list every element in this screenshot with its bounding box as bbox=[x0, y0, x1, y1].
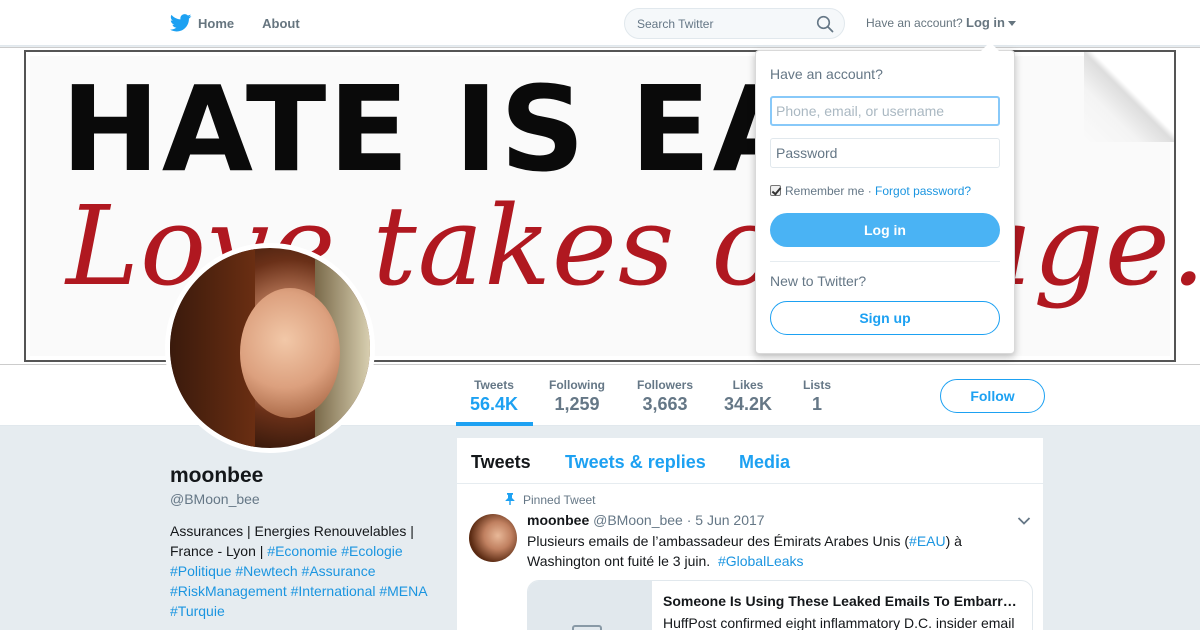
dropdown-divider bbox=[770, 261, 1000, 262]
card-thumbnail bbox=[528, 581, 652, 630]
pinned-tweet-label: Pinned Tweet bbox=[505, 493, 596, 507]
search-placeholder: Search Twitter bbox=[637, 17, 714, 31]
bio-hashtag[interactable]: #Assurance bbox=[302, 563, 376, 579]
tweet-header: moonbee @BMoon_bee · 5 Jun 2017 bbox=[527, 512, 765, 528]
stat-value: 56.4K bbox=[470, 394, 519, 414]
stat-value: 1 bbox=[811, 394, 822, 414]
tweet-date[interactable]: 5 Jun 2017 bbox=[695, 512, 764, 528]
tweet-text: Plusieurs emails de l’ambassadeur des Ém… bbox=[527, 531, 1027, 571]
tweet-text-part: Plusieurs emails de l’ambassadeur des Ém… bbox=[527, 533, 910, 549]
remember-checkbox[interactable] bbox=[770, 185, 781, 196]
remember-label[interactable]: Remember me bbox=[785, 184, 864, 198]
stat-likes[interactable]: Likes 34.2K bbox=[722, 378, 774, 415]
tweet-author-name[interactable]: moonbee bbox=[527, 512, 589, 528]
tab-tweets[interactable]: Tweets bbox=[471, 452, 531, 473]
chevron-down-icon[interactable] bbox=[1017, 516, 1031, 526]
login-dropdown: Have an account? Phone, email, or userna… bbox=[755, 42, 1015, 354]
bio-hashtag[interactable]: #MENA bbox=[379, 583, 426, 599]
stat-label: Following bbox=[549, 378, 605, 392]
signup-button[interactable]: Sign up bbox=[770, 301, 1000, 335]
nav-about-link[interactable]: About bbox=[262, 16, 300, 31]
caret-down-icon bbox=[1008, 21, 1016, 27]
password-placeholder: Password bbox=[776, 145, 838, 161]
tweet-dot: · bbox=[686, 512, 692, 528]
link-card[interactable]: Someone Is Using These Leaked Emails To … bbox=[527, 580, 1033, 630]
stat-value: 34.2K bbox=[723, 394, 773, 414]
stat-value: 3,663 bbox=[642, 394, 688, 414]
follow-button[interactable]: Follow bbox=[940, 379, 1045, 413]
card-title: Someone Is Using These Leaked Emails To … bbox=[663, 593, 1023, 609]
stat-value: 1,259 bbox=[554, 394, 600, 414]
username-placeholder: Phone, email, or username bbox=[776, 103, 945, 119]
remember-row: Remember me · Forgot password? bbox=[770, 184, 971, 198]
timeline: Tweets Tweets & replies Media Pinned Twe… bbox=[456, 437, 1044, 630]
search-icon[interactable] bbox=[816, 15, 834, 33]
new-to-twitter-label: New to Twitter? bbox=[770, 273, 867, 289]
stat-tweets[interactable]: Tweets 56.4K bbox=[470, 378, 518, 415]
twitter-bird-icon[interactable] bbox=[170, 14, 192, 32]
dropdown-title: Have an account? bbox=[770, 66, 883, 82]
stat-label: Followers bbox=[636, 378, 693, 392]
profile-handle[interactable]: @BMoon_bee bbox=[170, 491, 260, 507]
tweet-hashtag[interactable]: #EAU bbox=[909, 533, 946, 549]
login-menu-toggle[interactable]: Log in bbox=[966, 15, 1016, 30]
remember-separator: · bbox=[867, 184, 872, 198]
search-input[interactable]: Search Twitter bbox=[624, 8, 845, 39]
forgot-password-link[interactable]: Forgot password? bbox=[875, 184, 971, 198]
avatar-face bbox=[240, 288, 340, 418]
login-menu-label: Log in bbox=[966, 15, 1005, 30]
tweet-hashtag[interactable]: #GlobalLeaks bbox=[718, 553, 804, 569]
stat-lists[interactable]: Lists 1 bbox=[800, 378, 834, 415]
card-description: HuffPost confirmed eight inflammatory D.… bbox=[663, 615, 1015, 630]
password-field[interactable]: Password bbox=[770, 138, 1000, 168]
profile-bio: Assurances | Energies Renouvelables | Fr… bbox=[170, 521, 445, 621]
bio-hashtag[interactable]: #Politique bbox=[170, 563, 232, 579]
profile-name[interactable]: moonbee bbox=[170, 464, 263, 488]
bio-hashtag[interactable]: #Economie bbox=[267, 543, 337, 559]
bio-hashtag[interactable]: #RiskManagement bbox=[170, 583, 287, 599]
dropdown-arrow bbox=[981, 42, 999, 51]
stat-label: Likes bbox=[732, 378, 764, 392]
pin-icon bbox=[505, 493, 515, 505]
active-stat-underline bbox=[456, 422, 533, 426]
tab-tweets-replies[interactable]: Tweets & replies bbox=[565, 452, 706, 473]
top-nav: Home About Search Twitter Have an accoun… bbox=[0, 0, 1200, 46]
stat-following[interactable]: Following 1,259 bbox=[546, 378, 608, 415]
stat-label: Tweets bbox=[474, 378, 514, 392]
bio-hashtag[interactable]: #International bbox=[291, 583, 376, 599]
document-icon bbox=[572, 625, 602, 630]
stat-label: Lists bbox=[802, 378, 831, 392]
profile-avatar[interactable] bbox=[165, 243, 375, 453]
tab-media[interactable]: Media bbox=[739, 452, 790, 473]
bio-hashtag[interactable]: #Newtech bbox=[235, 563, 297, 579]
have-account-label: Have an account? bbox=[866, 16, 963, 30]
username-field[interactable]: Phone, email, or username bbox=[770, 96, 1000, 126]
pinned-text: Pinned Tweet bbox=[523, 493, 596, 507]
bio-hashtag[interactable]: #Ecologie bbox=[341, 543, 403, 559]
nav-left: Home About bbox=[170, 0, 328, 46]
banner-page-peel bbox=[1084, 52, 1174, 142]
tweet-avatar[interactable] bbox=[469, 514, 517, 562]
tweet-author-handle[interactable]: @BMoon_bee bbox=[593, 512, 683, 528]
timeline-tabs: Tweets Tweets & replies Media bbox=[457, 438, 1043, 484]
stat-followers[interactable]: Followers 3,663 bbox=[634, 378, 696, 415]
bio-hashtag[interactable]: #Turquie bbox=[170, 603, 225, 619]
login-button[interactable]: Log in bbox=[770, 213, 1000, 247]
nav-home-link[interactable]: Home bbox=[198, 16, 234, 31]
